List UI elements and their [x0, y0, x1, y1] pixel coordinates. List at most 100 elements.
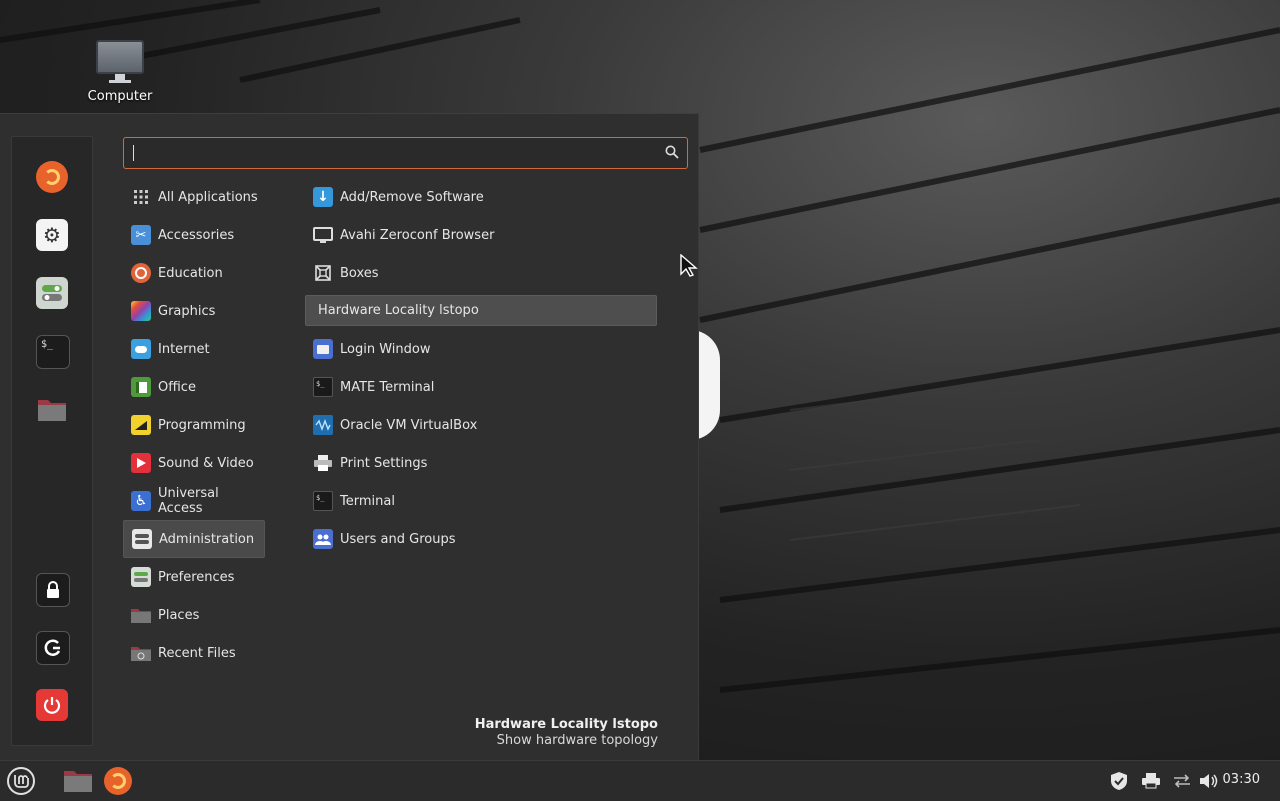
category-sound-video[interactable]: Sound & Video	[123, 444, 265, 482]
settings-favorite[interactable]: ⚙	[36, 219, 68, 251]
lock-screen-button[interactable]	[36, 573, 70, 607]
grid-icon	[131, 187, 151, 207]
tray-volume[interactable]	[1198, 765, 1220, 797]
app-terminal[interactable]: $_ Terminal	[305, 482, 657, 520]
terminal-icon: $_	[313, 491, 333, 511]
play-icon	[131, 453, 151, 473]
category-universal-access[interactable]: ♿ Universal Access	[123, 482, 265, 520]
folder-icon	[64, 771, 92, 792]
category-label: Places	[158, 607, 200, 623]
app-label: MATE Terminal	[340, 379, 435, 395]
volume-icon	[1200, 774, 1218, 788]
app-label: Boxes	[340, 265, 379, 281]
category-label: Administration	[159, 531, 255, 547]
desktop-icon-computer[interactable]: Computer	[84, 40, 156, 104]
lock-icon	[47, 581, 59, 598]
tray-network[interactable]	[1171, 765, 1193, 797]
network-disconnected-icon	[1174, 774, 1190, 788]
app-avahi-zeroconf-browser[interactable]: Avahi Zeroconf Browser	[305, 216, 657, 254]
login-icon	[313, 339, 333, 359]
app-hardware-locality-lstopo[interactable]: Hardware Locality lstopo	[305, 295, 657, 326]
mint-logo-icon	[7, 767, 35, 795]
terminal-favorite[interactable]: $_	[36, 335, 70, 369]
graphics-icon	[131, 301, 151, 321]
computer-icon	[96, 40, 144, 74]
tray-shield[interactable]	[1108, 765, 1130, 797]
app-add-remove-software[interactable]: ↓ Add/Remove Software	[305, 178, 657, 216]
download-icon: ↓	[313, 187, 333, 207]
category-accessories[interactable]: ✂ Accessories	[123, 216, 265, 254]
category-list: All Applications ✂ Accessories Education…	[123, 178, 265, 672]
programming-icon	[131, 415, 151, 435]
category-label: Programming	[158, 417, 246, 433]
application-menu: ⚙ $_ All Applications ✂ Accessories Educ…	[0, 113, 699, 761]
category-label: Universal Access	[158, 486, 219, 516]
mouse-cursor-icon	[680, 254, 698, 277]
category-preferences[interactable]: Preferences	[123, 558, 265, 596]
app-description-panel: Hardware Locality lstopo Show hardware t…	[475, 717, 658, 748]
description-title: Hardware Locality lstopo	[474, 717, 658, 732]
administration-icon	[132, 529, 152, 549]
category-internet[interactable]: Internet	[123, 330, 265, 368]
folder-icon	[38, 400, 66, 421]
app-label: Login Window	[340, 341, 431, 357]
category-programming[interactable]: Programming	[123, 406, 265, 444]
printer-icon	[313, 453, 333, 473]
app-label: Oracle VM VirtualBox	[340, 417, 478, 433]
category-recent-files[interactable]: Recent Files	[123, 634, 265, 672]
app-label: Users and Groups	[340, 531, 456, 547]
logout-icon	[44, 639, 61, 656]
taskbar-files[interactable]	[62, 765, 94, 797]
logout-button[interactable]	[36, 631, 70, 665]
taskbar-firefox[interactable]	[103, 765, 133, 797]
users-icon	[313, 529, 333, 549]
system-settings-favorite[interactable]	[36, 277, 68, 309]
menu-button[interactable]	[4, 765, 38, 797]
office-icon	[131, 377, 151, 397]
app-label: Terminal	[340, 493, 395, 509]
app-mate-terminal[interactable]: $_ MATE Terminal	[305, 368, 657, 406]
category-label: Office	[158, 379, 196, 395]
category-places[interactable]: Places	[123, 596, 265, 634]
category-label: Sound & Video	[158, 455, 254, 471]
accessibility-icon: ♿	[131, 491, 151, 511]
education-icon	[131, 263, 151, 283]
app-oracle-vm-virtualbox[interactable]: Oracle VM VirtualBox	[305, 406, 657, 444]
search-icon	[665, 145, 679, 159]
search-input[interactable]	[124, 138, 648, 168]
app-label: Avahi Zeroconf Browser	[340, 227, 495, 243]
preferences-icon	[131, 567, 151, 587]
taskbar: 03:30	[0, 760, 1280, 801]
clock[interactable]: 03:30	[1223, 772, 1260, 787]
app-users-and-groups[interactable]: Users and Groups	[305, 520, 657, 558]
category-office[interactable]: Office	[123, 368, 265, 406]
gear-icon: ⚙	[43, 223, 61, 247]
toggles-icon	[42, 285, 62, 301]
firefox-icon	[104, 767, 132, 795]
files-favorite[interactable]	[36, 393, 68, 425]
virtualbox-icon	[313, 415, 333, 435]
shutdown-button[interactable]	[36, 689, 68, 721]
app-label: Add/Remove Software	[340, 189, 484, 205]
cloud-icon	[131, 339, 151, 359]
terminal-icon: $_	[313, 377, 333, 397]
category-all-applications[interactable]: All Applications	[123, 178, 265, 216]
category-label: Accessories	[158, 227, 235, 243]
category-administration[interactable]: Administration	[123, 520, 265, 558]
category-graphics[interactable]: Graphics	[123, 292, 265, 330]
folder-icon	[131, 605, 151, 625]
category-education[interactable]: Education	[123, 254, 265, 292]
desktop-icon-label: Computer	[87, 89, 153, 104]
app-boxes[interactable]: Boxes	[305, 254, 657, 292]
application-list: ↓ Add/Remove Software Avahi Zeroconf Bro…	[305, 178, 657, 558]
search-box[interactable]	[123, 137, 688, 169]
boxes-icon	[313, 263, 333, 283]
category-label: Preferences	[158, 569, 235, 585]
scissors-icon: ✂	[131, 225, 151, 245]
firefox-favorite[interactable]	[36, 161, 68, 193]
app-print-settings[interactable]: Print Settings	[305, 444, 657, 482]
recent-files-icon	[131, 643, 151, 663]
tray-printer[interactable]	[1140, 765, 1162, 797]
category-label: Recent Files	[158, 645, 236, 661]
app-login-window[interactable]: Login Window	[305, 330, 657, 368]
